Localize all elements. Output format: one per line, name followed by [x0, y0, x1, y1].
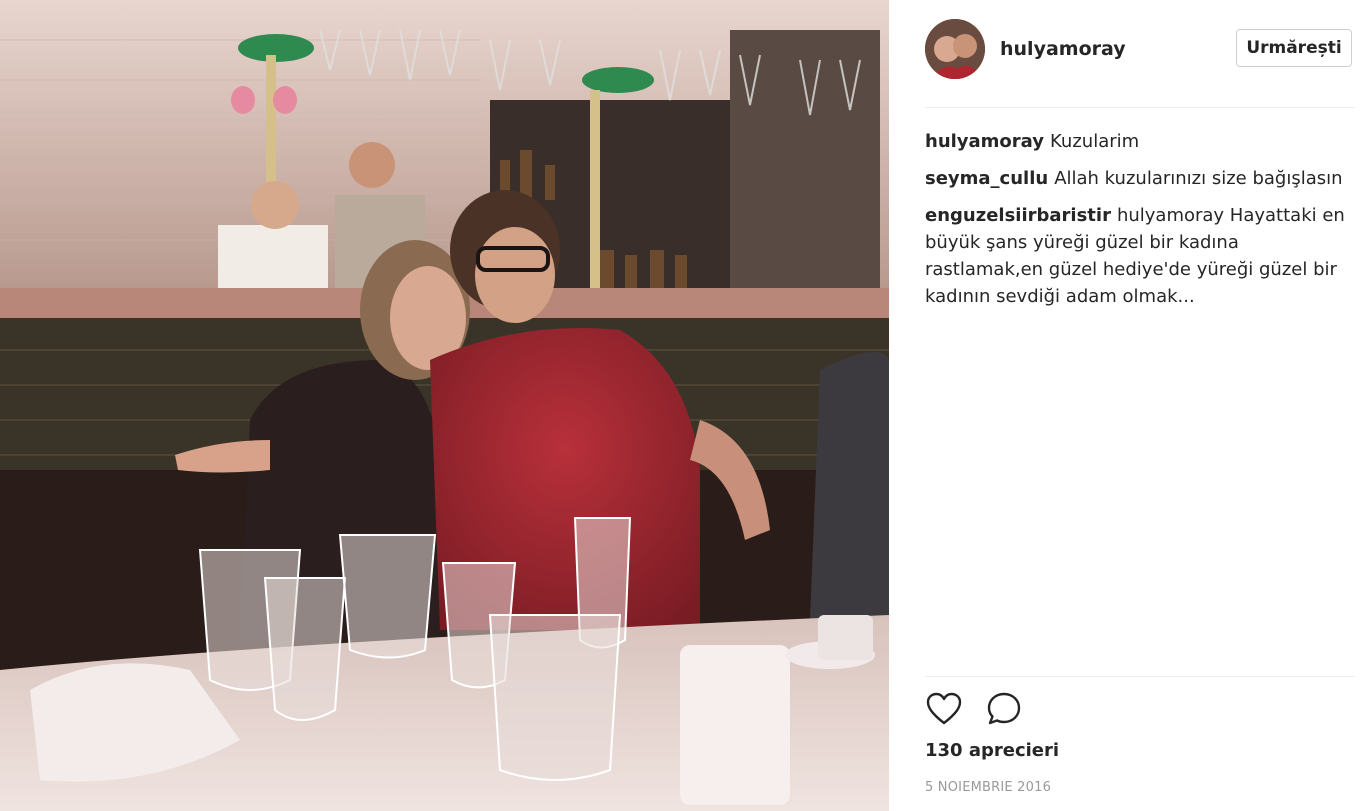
avatar[interactable]	[925, 19, 985, 79]
comment-author[interactable]: enguzelsiirbaristir	[925, 205, 1111, 226]
post-actions	[925, 690, 1125, 730]
restaurant-photo-illustration	[0, 0, 889, 811]
speech-bubble-icon[interactable]	[985, 690, 1023, 728]
post-header: hulyamoray Urmărești	[925, 19, 1355, 81]
comments-list: hulyamoray Kuzularim seyma_cullu Allah kuz…	[925, 128, 1355, 320]
follow-button[interactable]: Urmărești	[1236, 29, 1352, 67]
post-photo[interactable]	[0, 0, 889, 811]
comment-text: Allah kuzularınızı size bağışlasın	[1054, 168, 1343, 189]
post-date[interactable]: 5 NOIEMBRIE 2016	[925, 780, 1051, 795]
likes-count[interactable]: 130 aprecieri	[925, 740, 1059, 761]
header-username[interactable]: hulyamoray	[1000, 38, 1126, 60]
heart-icon[interactable]	[925, 690, 963, 728]
header-divider	[925, 107, 1355, 108]
actions-divider	[925, 676, 1355, 677]
comment-author[interactable]: seyma_cullu	[925, 168, 1048, 189]
post-side-panel: hulyamoray Urmărești hulyamoray Kuzularim…	[889, 0, 1363, 811]
comment-text: Kuzularim	[1050, 131, 1140, 152]
comment-item: seyma_cullu Allah kuzularınızı size bağış…	[925, 165, 1355, 192]
comment-item: hulyamoray Kuzularim	[925, 128, 1355, 155]
comment-item: enguzelsiirbaristir hulyamoray Hayattaki …	[925, 202, 1355, 310]
avatar-image-icon	[925, 19, 985, 79]
comment-author[interactable]: hulyamoray	[925, 131, 1044, 152]
